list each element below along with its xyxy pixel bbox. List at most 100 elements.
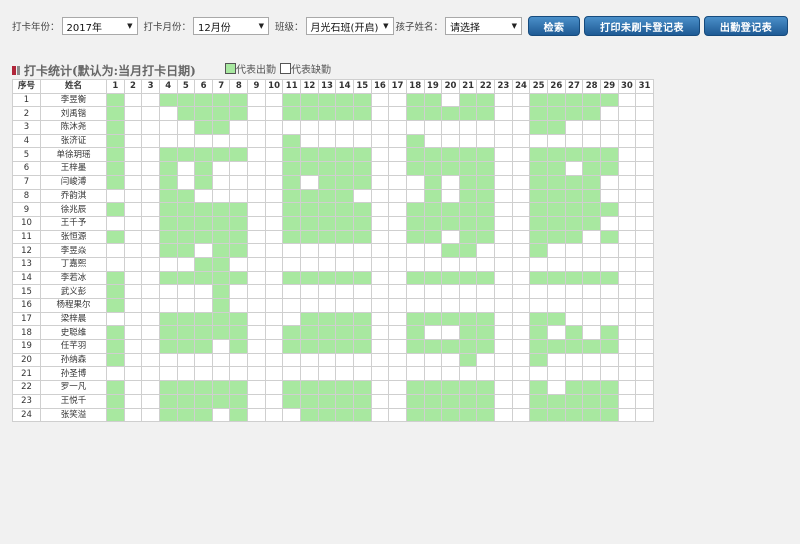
present-cell xyxy=(476,407,496,423)
header-day: 7 xyxy=(211,79,231,94)
absent-cell xyxy=(405,174,425,190)
absent-cell xyxy=(494,243,513,258)
absent-cell xyxy=(141,202,160,217)
header-name: 姓名 xyxy=(40,79,107,94)
present-cell xyxy=(529,106,549,122)
absent-cell xyxy=(229,298,249,313)
absent-cell xyxy=(123,161,143,176)
header-day: 16 xyxy=(370,79,390,94)
absent-cell xyxy=(582,366,601,382)
absent-cell xyxy=(123,256,143,272)
absent-cell xyxy=(370,256,390,272)
absent-cell xyxy=(123,229,143,245)
header-day: 18 xyxy=(405,79,425,94)
absent-cell xyxy=(635,380,654,395)
present-cell xyxy=(547,311,566,327)
absent-cell xyxy=(599,133,619,149)
present-cell xyxy=(158,215,178,231)
present-cell xyxy=(458,339,478,354)
present-cell xyxy=(423,188,443,204)
present-cell xyxy=(405,380,425,395)
present-cell xyxy=(423,202,443,217)
dropdown-arrow-icon: ▼ xyxy=(127,22,133,30)
absent-cell xyxy=(282,284,302,299)
present-cell xyxy=(335,215,354,231)
present-cell xyxy=(158,339,178,354)
present-cell xyxy=(158,147,178,163)
present-cell xyxy=(317,188,337,204)
month-select[interactable]: 12月份 ▼ xyxy=(193,17,270,35)
absent-cell xyxy=(106,243,125,258)
class-select[interactable]: 月光石班(开启) ▼ xyxy=(305,17,394,35)
absent-cell xyxy=(423,325,443,341)
print-unswiped-button[interactable]: 打印未刷卡登记表 xyxy=(584,16,701,36)
absent-cell xyxy=(247,133,266,149)
present-cell xyxy=(547,407,566,423)
present-cell xyxy=(300,202,319,217)
absent-cell xyxy=(494,325,513,341)
absent-cell xyxy=(123,393,143,409)
student-name: 史聪维 xyxy=(40,325,107,341)
absent-cell xyxy=(141,311,160,327)
absent-cell xyxy=(635,120,654,135)
student-name: 王千予 xyxy=(40,215,107,231)
absent-cell xyxy=(635,215,654,231)
table-row: 4 张济证 xyxy=(12,133,654,149)
absent-cell xyxy=(158,120,178,135)
present-cell xyxy=(405,147,425,163)
absent-cell xyxy=(388,407,407,423)
absent-cell xyxy=(441,174,460,190)
absent-cell xyxy=(158,366,178,382)
absent-cell xyxy=(141,407,160,423)
absent-cell xyxy=(335,243,354,258)
present-cell xyxy=(194,256,213,272)
absent-cell xyxy=(635,256,654,272)
dropdown-arrow-icon: ▼ xyxy=(258,22,265,30)
legend: 代表出勤 代表缺勤 xyxy=(225,61,331,76)
absent-cell xyxy=(300,298,319,313)
absent-cell xyxy=(194,366,213,382)
absent-cell xyxy=(617,188,637,204)
present-cell xyxy=(352,215,372,231)
absent-cell xyxy=(635,161,654,176)
absent-cell xyxy=(599,188,619,204)
absent-cell xyxy=(388,311,407,327)
present-cell xyxy=(106,284,125,299)
present-cell xyxy=(564,229,584,245)
present-cell xyxy=(476,393,496,409)
absent-cell xyxy=(282,352,302,368)
present-cell xyxy=(317,270,337,286)
search-button[interactable]: 检索 xyxy=(528,16,581,36)
table-row: 19 任芊羽 xyxy=(12,339,654,354)
absent-cell xyxy=(582,325,601,341)
present-cell xyxy=(106,407,125,423)
present-cell xyxy=(229,202,249,217)
present-cell xyxy=(335,92,354,108)
present-cell xyxy=(405,215,425,231)
present-cell xyxy=(529,270,549,286)
present-cell xyxy=(176,311,196,327)
row-index: 24 xyxy=(12,407,41,423)
child-name-select[interactable]: 请选择 ▼ xyxy=(445,17,523,35)
absent-cell xyxy=(370,161,390,176)
present-cell xyxy=(282,339,302,354)
absent-cell xyxy=(317,243,337,258)
present-cell xyxy=(300,229,319,245)
present-cell xyxy=(300,215,319,231)
absent-cell xyxy=(352,188,372,204)
absent-cell xyxy=(247,256,266,272)
attendance-register-button[interactable]: 出勤登记表 xyxy=(704,16,789,36)
present-cell xyxy=(211,393,231,409)
absent-cell xyxy=(476,256,496,272)
absent-cell xyxy=(317,366,337,382)
absent-cell xyxy=(176,366,196,382)
row-index: 11 xyxy=(12,229,41,245)
absent-cell xyxy=(511,366,531,382)
year-select[interactable]: 2017年 ▼ xyxy=(61,17,138,35)
student-name: 武义彭 xyxy=(40,284,107,299)
absent-cell xyxy=(511,270,531,286)
present-cell xyxy=(582,147,601,163)
present-cell xyxy=(564,215,584,231)
student-name: 张济证 xyxy=(40,133,107,149)
present-cell xyxy=(352,393,372,409)
